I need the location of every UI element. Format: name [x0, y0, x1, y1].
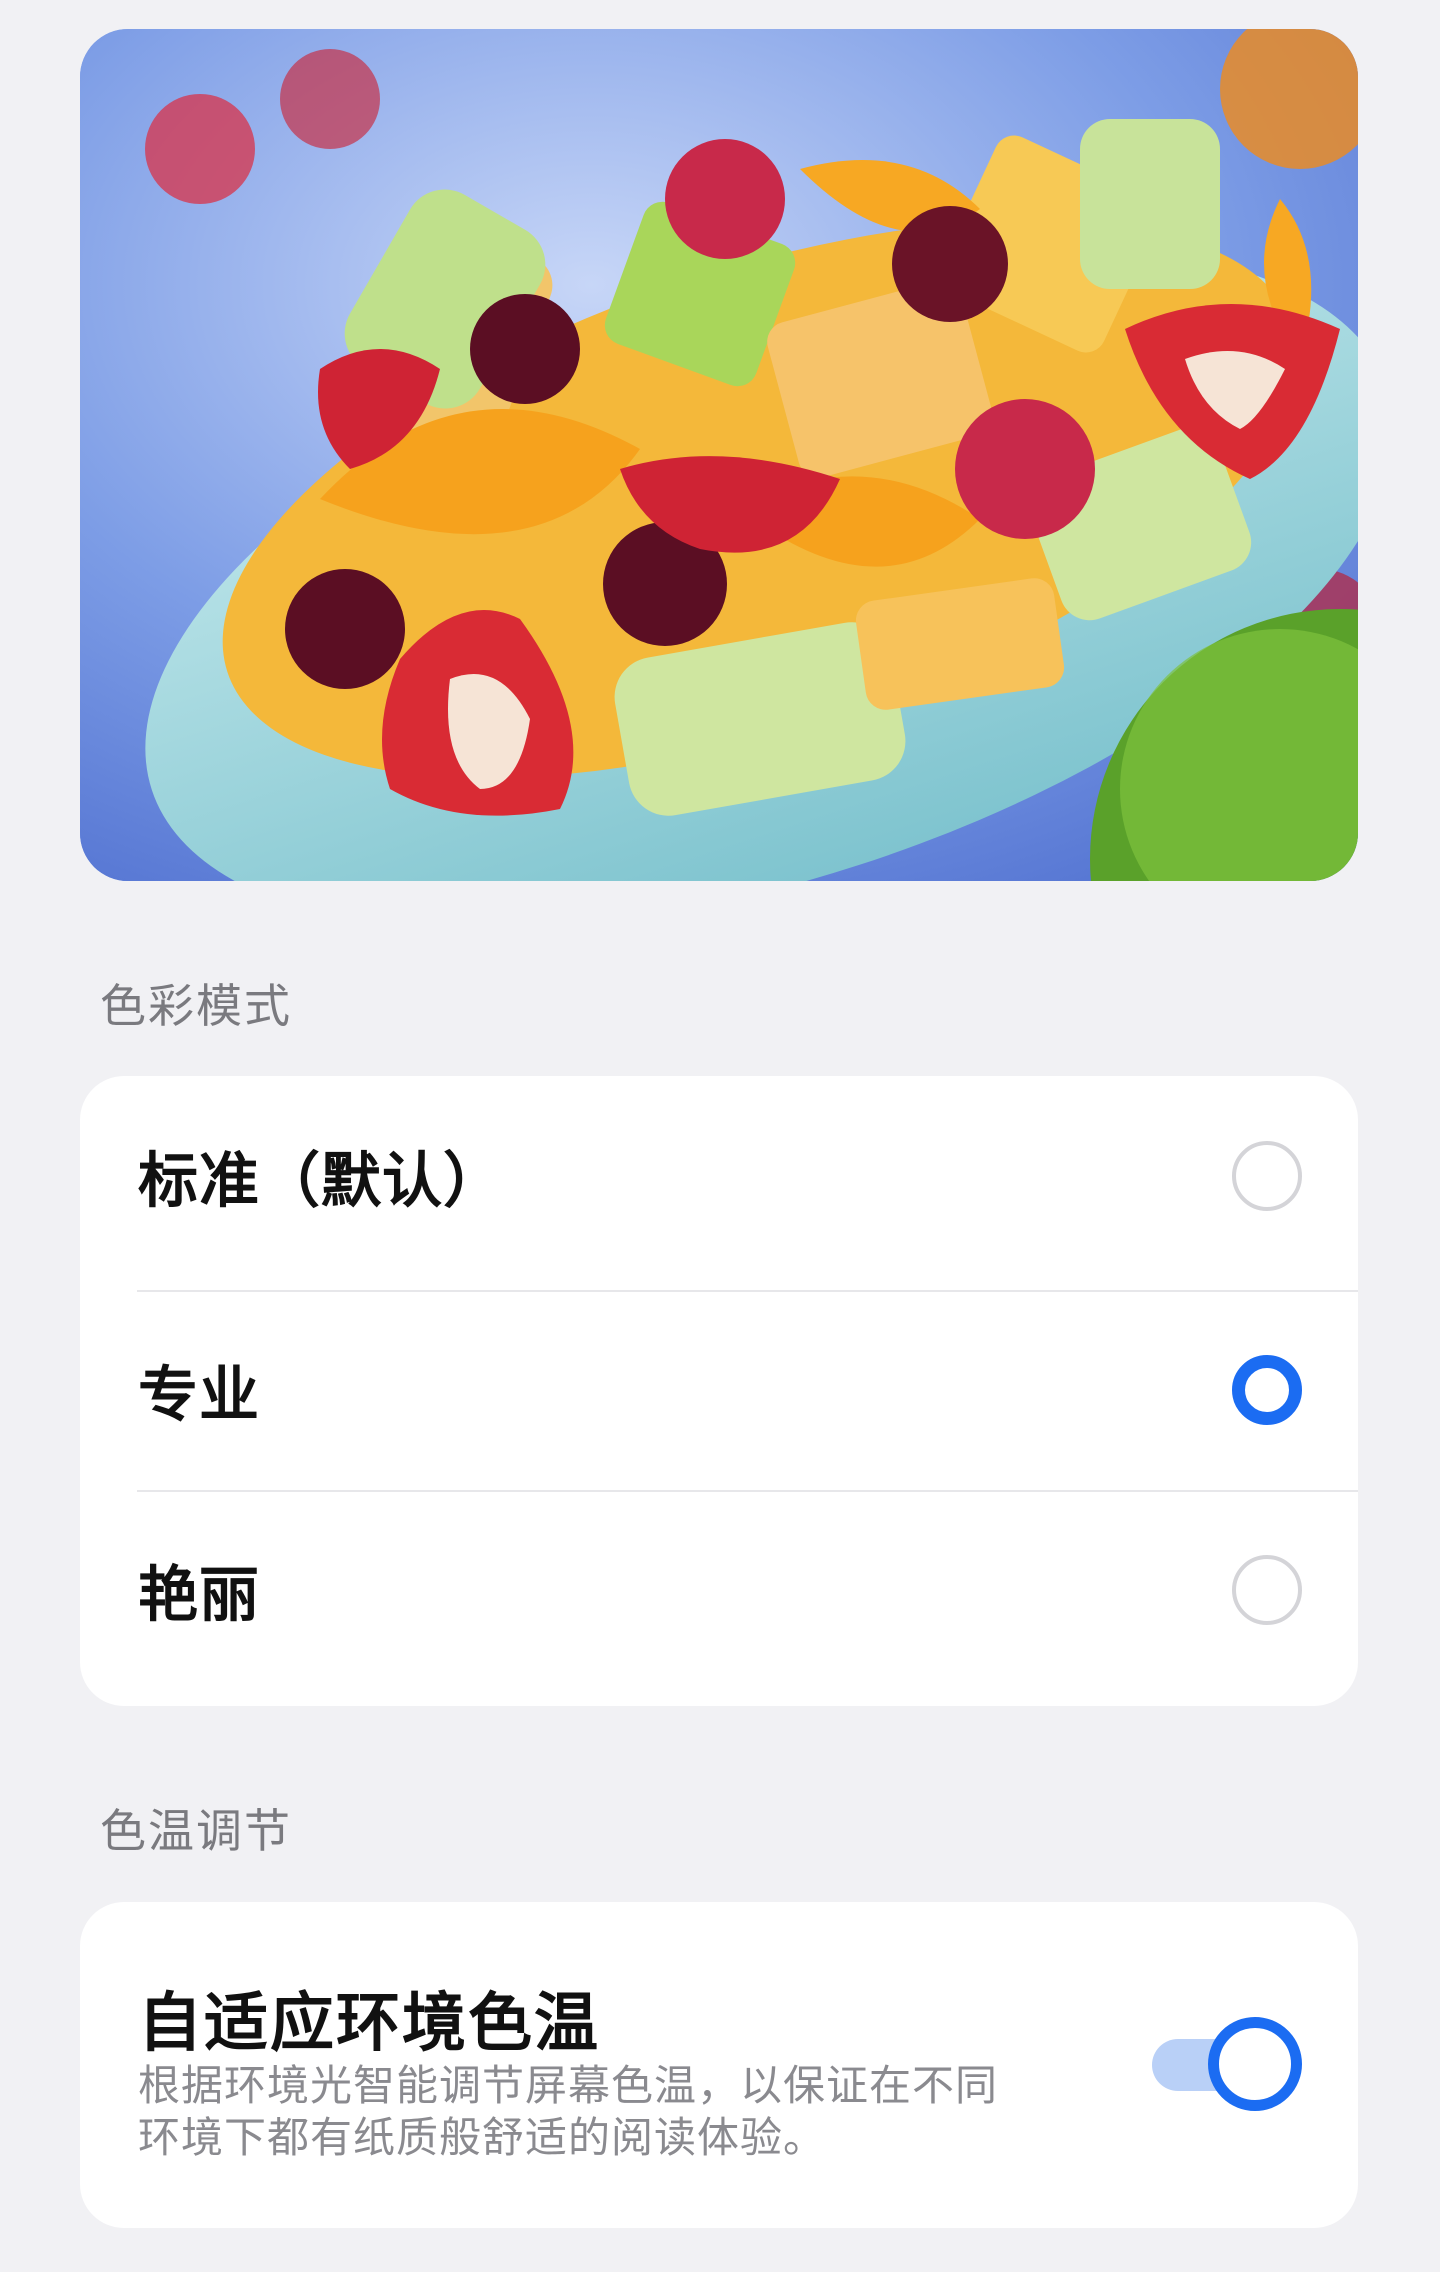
adaptive-temp-description: 根据环境光智能调节屏幕色温，以保证在不同环境下都有纸质般舒适的阅读体验。 — [138, 2061, 999, 2162]
color-temp-section-title: 色温调节 — [100, 1804, 292, 1858]
option-label: 艳丽 — [138, 1560, 260, 1631]
fruit-bowl-illustration — [80, 29, 1358, 881]
color-preview-image — [80, 29, 1358, 881]
color-mode-section-title: 色彩模式 — [100, 979, 292, 1033]
toggle-knob — [1208, 2017, 1302, 2111]
color-mode-option-standard[interactable]: 标准（默认） — [80, 1076, 1358, 1276]
color-temp-card: 自适应环境色温 根据环境光智能调节屏幕色温，以保证在不同环境下都有纸质般舒适的阅… — [80, 1902, 1358, 2228]
adaptive-temp-title: 自适应环境色温 — [138, 1987, 600, 2061]
color-mode-option-vivid[interactable]: 艳丽 — [80, 1490, 1358, 1690]
color-mode-option-professional[interactable]: 专业 — [80, 1290, 1358, 1490]
color-mode-card: 标准（默认） 专业 艳丽 — [80, 1076, 1358, 1706]
option-label: 标准（默认） — [138, 1146, 504, 1217]
radio-button-unselected[interactable] — [1232, 1141, 1302, 1211]
radio-button-selected[interactable] — [1232, 1355, 1302, 1425]
adaptive-temp-toggle[interactable] — [1152, 2017, 1302, 2113]
radio-button-unselected[interactable] — [1232, 1555, 1302, 1625]
option-label: 专业 — [138, 1360, 260, 1431]
